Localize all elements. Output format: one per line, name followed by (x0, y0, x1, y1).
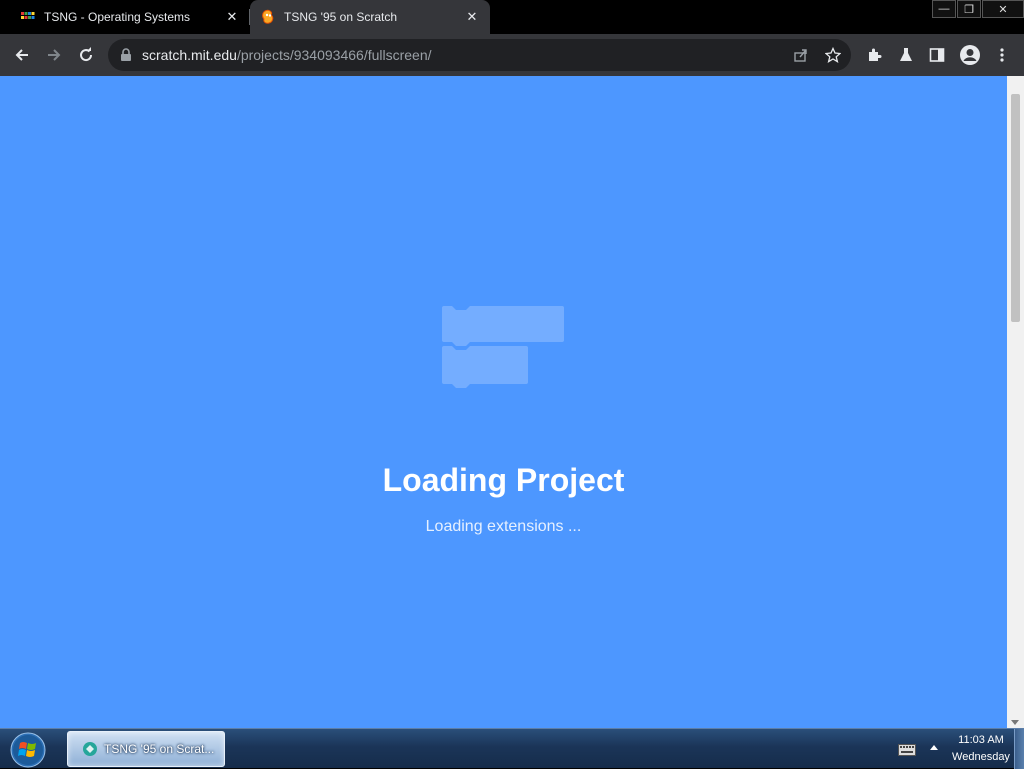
side-panel-icon[interactable] (924, 42, 950, 68)
tab-tsng-operating-systems[interactable]: TSNG - Operating Systems ✕ (0, 0, 250, 34)
scroll-down-icon[interactable] (1011, 720, 1019, 725)
address-bar[interactable]: scratch.mit.edu/projects/934093466/fulls… (108, 39, 851, 71)
taskbar-item-label: TSNG '95 on Scrat... (104, 742, 215, 756)
url-path: /projects/934093466/fullscreen/ (236, 47, 432, 63)
taskbar-item-chrome[interactable]: TSNG '95 on Scrat... (67, 731, 225, 767)
profile-icon[interactable] (957, 42, 983, 68)
back-icon[interactable] (9, 42, 35, 68)
show-hidden-icons-icon[interactable] (930, 745, 938, 750)
tab-close-icon[interactable]: ✕ (464, 9, 480, 25)
browser-window: TSNG - Operating Systems ✕ TSNG '95 on S… (0, 0, 1024, 728)
restore-button[interactable]: ❐ (957, 0, 981, 18)
page-scrollbar[interactable] (1007, 76, 1024, 728)
reload-icon[interactable] (73, 42, 99, 68)
project-stage[interactable]: Loading Project Loading extensions ... (0, 76, 1007, 728)
tsng-favicon-icon (20, 9, 36, 25)
loading-title: Loading Project (382, 462, 625, 498)
tab-strip: TSNG - Operating Systems ✕ TSNG '95 on S… (0, 0, 1024, 34)
scratch-favicon-icon (260, 9, 276, 25)
extensions-icon[interactable] (861, 42, 887, 68)
forward-icon[interactable] (41, 42, 67, 68)
keyboard-icon[interactable] (898, 743, 916, 756)
tab-title: TSNG - Operating Systems (44, 10, 191, 24)
menu-icon[interactable] (989, 42, 1015, 68)
clock-day: Wednesday (952, 751, 1010, 763)
url-host: scratch.mit.edu (142, 47, 237, 63)
url-text[interactable]: scratch.mit.edu/projects/934093466/fulls… (142, 47, 432, 63)
scrollbar-thumb[interactable] (1011, 94, 1020, 322)
tab-title: TSNG '95 on Scratch (284, 10, 398, 24)
share-icon[interactable] (789, 43, 813, 67)
star-icon[interactable] (821, 43, 845, 67)
system-clock[interactable]: 11:03 AM Wednesday (948, 732, 1014, 766)
show-desktop-button[interactable] (1014, 729, 1024, 769)
minimize-button[interactable]: — (932, 0, 956, 18)
scratch-app-icon (82, 741, 98, 757)
loading-blocks-icon (440, 304, 566, 397)
loading-status: Loading extensions ... (425, 518, 582, 535)
window-controls: — ❐ ✕ (931, 0, 1024, 20)
labs-icon[interactable] (893, 42, 919, 68)
clock-time: 11:03 AM (958, 734, 1004, 746)
close-window-button[interactable]: ✕ (982, 0, 1024, 18)
browser-toolbar: scratch.mit.edu/projects/934093466/fulls… (0, 34, 1024, 76)
windows-start-icon[interactable] (8, 731, 48, 769)
windows-taskbar: TSNG '95 on Scrat... 11:03 AM Wednesday (0, 728, 1024, 769)
tab-scratch-project[interactable]: TSNG '95 on Scratch ✕ (250, 0, 490, 34)
lock-icon[interactable] (120, 48, 134, 62)
tab-close-icon[interactable]: ✕ (224, 9, 240, 25)
